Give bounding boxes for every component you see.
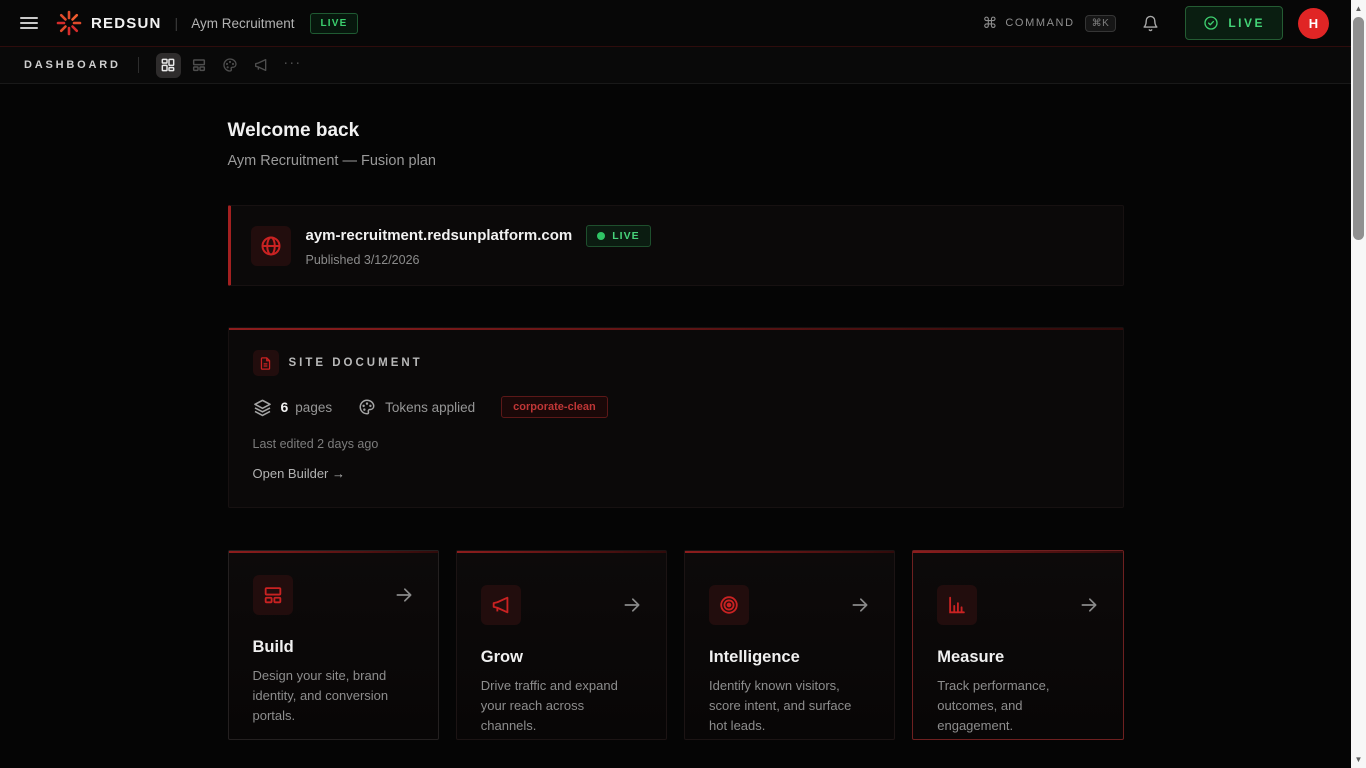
page-title: Welcome back: [228, 120, 1124, 142]
site-document-meta: 6 pages Tokens applied corporate-cle: [253, 396, 1099, 418]
card-accent-line: [913, 551, 1122, 553]
ellipsis-icon: ···: [283, 54, 301, 71]
bar-chart-icon: [946, 594, 968, 616]
feature-card-description: Identify known visitors, score intent, a…: [709, 676, 870, 736]
arrow-right-icon: [1079, 595, 1099, 615]
feature-card-intelligence[interactable]: Intelligence Identify known visitors, sc…: [684, 550, 895, 740]
target-icon-tile: [709, 585, 749, 625]
tokens-applied-label: Tokens applied: [385, 400, 475, 415]
main-content: Welcome back Aym Recruitment — Fusion pl…: [228, 84, 1124, 768]
target-icon: [718, 594, 740, 616]
layout-icon: [262, 584, 284, 606]
megaphone-icon: [490, 594, 512, 616]
live-status-button[interactable]: LIVE: [1185, 6, 1283, 40]
redsun-logo-icon: [56, 10, 82, 36]
tab-campaigns[interactable]: [249, 53, 274, 78]
topbar-divider: |: [175, 15, 179, 31]
command-icon: ⌘: [982, 14, 997, 32]
pages-label: pages: [295, 400, 332, 415]
app-window: REDSUN | Aym Recruitment LIVE ⌘ COMMAND …: [0, 0, 1351, 768]
tab-design-tokens[interactable]: [218, 53, 243, 78]
dashboard-toolbar: DASHBOARD: [0, 47, 1351, 84]
topbar-right-group: ⌘ COMMAND ⌘K LIVE H: [982, 6, 1329, 40]
arrow-right-icon: [394, 585, 414, 605]
published-date: Published 3/12/2026: [306, 253, 651, 267]
last-edited-text: Last edited 2 days ago: [253, 437, 1099, 451]
dashboard-grid-icon: [160, 57, 176, 73]
feature-card-title: Measure: [937, 648, 1098, 667]
site-live-badge: LIVE: [586, 225, 650, 247]
notifications-bell-icon[interactable]: [1142, 15, 1159, 32]
feature-card-description: Design your site, brand identity, and co…: [253, 666, 414, 726]
feature-card-measure[interactable]: Measure Track performance, outcomes, and…: [912, 550, 1123, 740]
layout-icon-tile: [253, 575, 293, 615]
page-subtitle: Aym Recruitment — Fusion plan: [228, 153, 1124, 169]
top-bar: REDSUN | Aym Recruitment LIVE ⌘ COMMAND …: [0, 0, 1351, 47]
scrollbar-down-arrow[interactable]: ▼: [1351, 752, 1366, 766]
brand-name: REDSUN: [91, 15, 162, 32]
feature-card-grow[interactable]: Grow Drive traffic and expand your reach…: [456, 550, 667, 740]
toolbar-separator: [138, 57, 139, 73]
card-accent-line: [457, 551, 666, 553]
toolbar-more-button[interactable]: ···: [280, 53, 305, 78]
globe-icon-tile: [251, 226, 291, 266]
published-site-card[interactable]: aym-recruitment.redsunplatform.com LIVE …: [228, 205, 1124, 286]
card-accent-line: [229, 328, 1123, 330]
user-avatar[interactable]: H: [1298, 8, 1329, 39]
document-icon: [258, 356, 273, 371]
card-accent-line: [685, 551, 894, 553]
feature-card-title: Grow: [481, 648, 642, 667]
site-domain[interactable]: aym-recruitment.redsunplatform.com: [306, 227, 573, 244]
feature-card-title: Build: [253, 638, 414, 657]
live-button-label: LIVE: [1228, 16, 1265, 30]
open-builder-link[interactable]: Open Builder →: [253, 466, 346, 481]
palette-icon: [222, 57, 238, 73]
pages-count: 6: [281, 399, 289, 415]
megaphone-icon: [253, 57, 269, 73]
toolbar-title: DASHBOARD: [24, 59, 121, 71]
megaphone-icon-tile: [481, 585, 521, 625]
scrollbar-thumb[interactable]: [1353, 17, 1364, 240]
workspace-name[interactable]: Aym Recruitment: [191, 16, 294, 31]
feature-card-description: Drive traffic and expand your reach acro…: [481, 676, 642, 736]
live-dot-icon: [597, 232, 605, 240]
arrow-right-icon: [850, 595, 870, 615]
site-document-card: SITE DOCUMENT 6 pages: [228, 327, 1124, 508]
document-icon-tile: [253, 350, 279, 376]
feature-card-description: Track performance, outcomes, and engagem…: [937, 676, 1098, 736]
vertical-scrollbar[interactable]: ▲ ▼: [1351, 0, 1366, 768]
bar-chart-icon-tile: [937, 585, 977, 625]
redsun-dashboard: REDSUN | Aym Recruitment LIVE ⌘ COMMAND …: [0, 0, 1366, 768]
feature-card-build[interactable]: Build Design your site, brand identity, …: [228, 550, 439, 740]
feature-card-grid: Build Design your site, brand identity, …: [228, 550, 1124, 740]
tab-dashboard-grid[interactable]: [156, 53, 181, 78]
command-label: COMMAND: [1005, 17, 1074, 29]
palette-icon: [358, 398, 376, 416]
globe-icon: [259, 234, 283, 258]
arrow-right-icon: [622, 595, 642, 615]
scrollbar-up-arrow[interactable]: ▲: [1351, 1, 1366, 15]
site-document-title: SITE DOCUMENT: [289, 357, 423, 369]
layout-icon: [191, 57, 207, 73]
command-shortcut-badge: ⌘K: [1085, 15, 1117, 32]
card-accent-line: [229, 551, 438, 553]
command-palette-button[interactable]: ⌘ COMMAND: [982, 14, 1074, 32]
workspace-live-badge: LIVE: [310, 13, 357, 34]
layers-icon: [253, 398, 272, 417]
hamburger-menu-icon[interactable]: [20, 17, 38, 29]
check-circle-icon: [1203, 15, 1219, 31]
theme-chip[interactable]: corporate-clean: [501, 396, 608, 418]
feature-card-title: Intelligence: [709, 648, 870, 667]
tab-builder[interactable]: [187, 53, 212, 78]
